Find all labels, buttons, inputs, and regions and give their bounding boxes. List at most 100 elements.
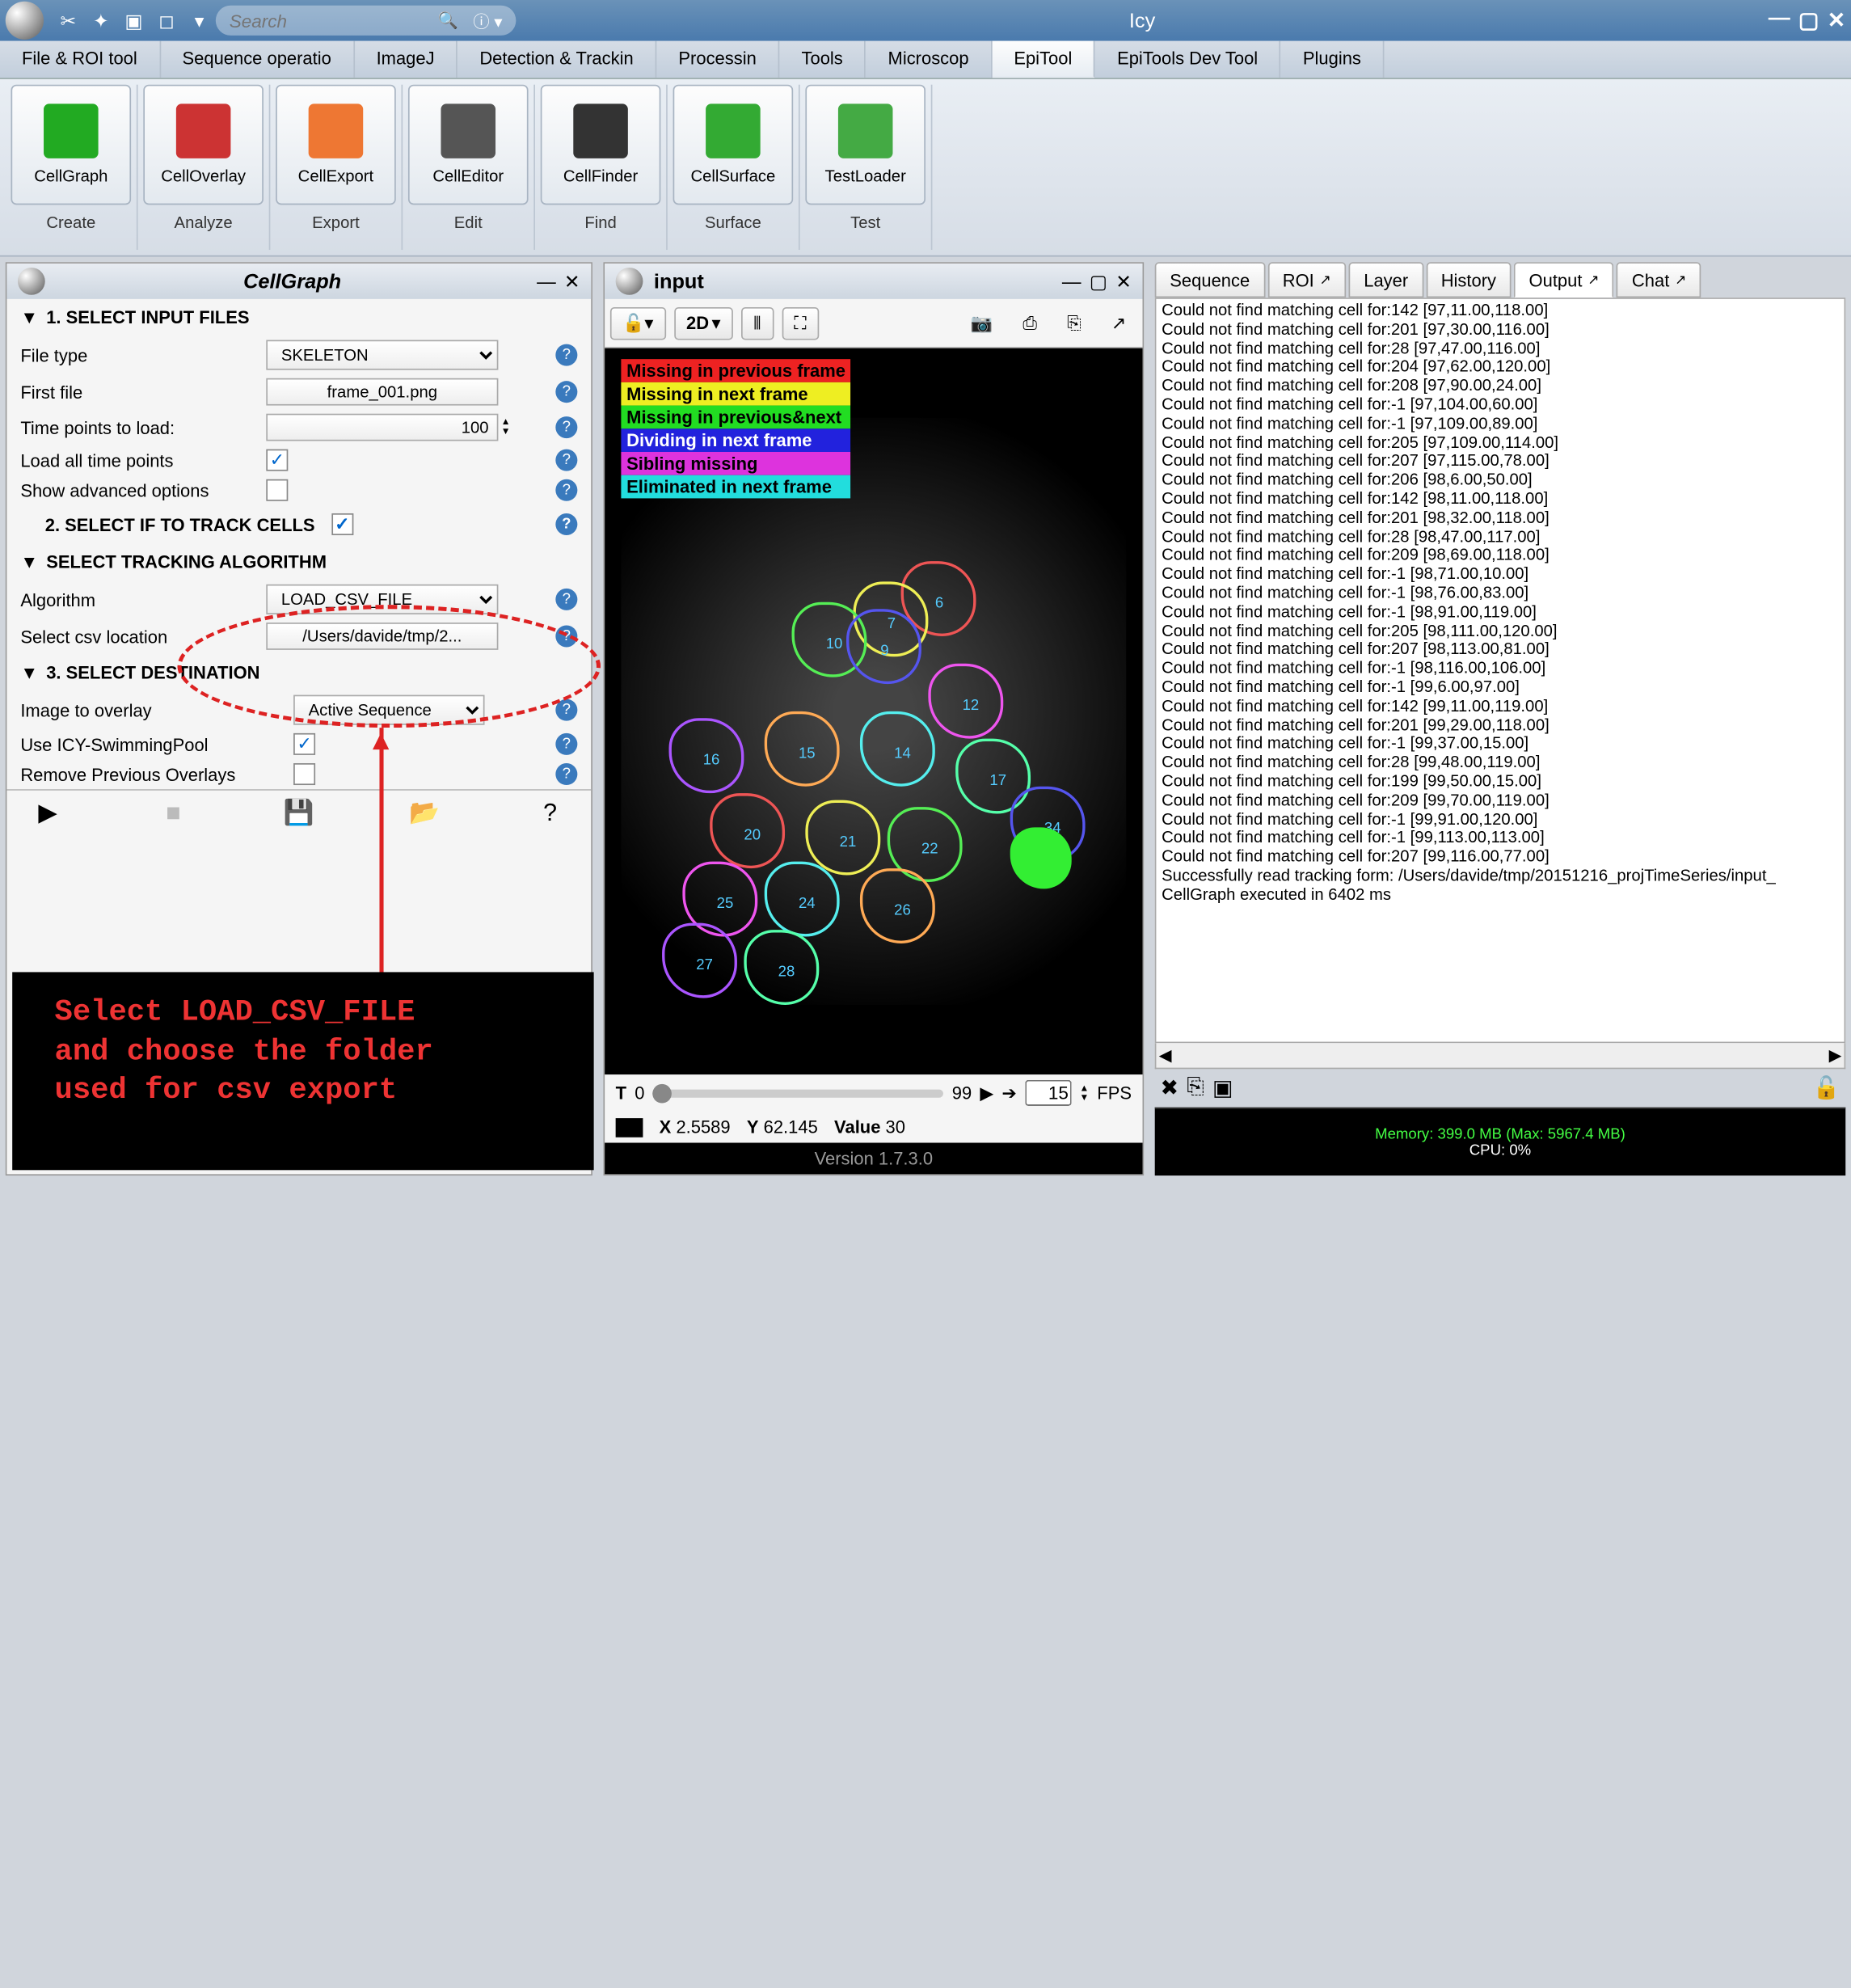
ribbon-tab[interactable]: Microscop <box>866 41 993 78</box>
ribbon-tab[interactable]: Detection & Trackin <box>457 41 656 78</box>
lock-button[interactable]: 🔓▾ <box>610 306 666 340</box>
save-button[interactable]: 💾 <box>279 796 320 829</box>
minimize-icon[interactable]: — <box>1769 6 1790 34</box>
section-2[interactable]: 2. SELECT IF TO TRACK CELLS ✓ ? <box>6 505 591 543</box>
search-box[interactable]: 🔍 ⓘ ▾ <box>216 6 517 36</box>
adv-checkbox[interactable] <box>266 479 288 501</box>
remove-label: Remove Previous Overlays <box>20 764 293 784</box>
export-log-icon[interactable]: ▣ <box>1212 1074 1233 1102</box>
dropdown-icon[interactable]: ▾ <box>187 8 211 32</box>
delete-icon[interactable]: ✖ <box>1160 1074 1178 1102</box>
cut-icon[interactable]: ✂ <box>56 8 80 32</box>
time-max: 99 <box>952 1083 972 1103</box>
layers-button[interactable]: ⦀ <box>741 306 774 340</box>
ribbon-button[interactable]: CellSurface <box>673 85 794 205</box>
cell-outline <box>765 862 840 937</box>
loadall-checkbox[interactable]: ✓ <box>266 450 288 471</box>
algorithm-select[interactable]: LOAD_CSV_FILE <box>266 585 498 614</box>
play-button[interactable]: ▶ <box>27 796 69 829</box>
open-button[interactable]: 📂 <box>404 796 445 829</box>
record-icon[interactable]: ⎙ <box>1012 308 1048 338</box>
scroll-left-icon[interactable]: ◀ <box>1159 1046 1172 1066</box>
copy-log-icon[interactable]: ⎘ <box>1187 1076 1204 1100</box>
maximize-icon[interactable]: ▢ <box>1798 6 1819 34</box>
info-icon[interactable]: ⓘ ▾ <box>473 9 502 32</box>
section-3[interactable]: ▼3. SELECT DESTINATION <box>6 654 591 691</box>
puzzle-icon[interactable]: ✦ <box>89 8 113 32</box>
ribbon-button[interactable]: CellGraph <box>11 85 132 205</box>
stop-button[interactable]: ■ <box>153 796 194 829</box>
ribbon-tab[interactable]: Tools <box>780 41 866 78</box>
search-input[interactable] <box>230 11 434 31</box>
time-points-input[interactable] <box>266 414 498 441</box>
close-icon[interactable]: ✕ <box>1828 6 1846 34</box>
fps-input[interactable] <box>1025 1080 1071 1106</box>
right-tab[interactable]: Sequence <box>1155 262 1265 298</box>
scroll-right-icon[interactable]: ▶ <box>1829 1046 1842 1066</box>
help-icon[interactable]: ? <box>555 450 577 471</box>
help-icon[interactable]: ? <box>555 479 577 501</box>
lock-output-icon[interactable]: 🔓 <box>1813 1074 1840 1102</box>
remove-checkbox[interactable] <box>293 763 315 785</box>
right-tab[interactable]: Chat ↗ <box>1617 262 1701 298</box>
track-checkbox[interactable]: ✓ <box>331 513 353 535</box>
ribbon-button[interactable]: CellFinder <box>541 85 661 205</box>
layout-icon[interactable]: ▣ <box>121 8 145 32</box>
image-canvas[interactable]: 671091214151617202122342524262728 Missin… <box>605 348 1142 1074</box>
ribbon-tab[interactable]: Plugins <box>1281 41 1385 78</box>
popout-icon[interactable]: ↗ <box>1675 272 1686 288</box>
popout-icon[interactable]: ↗ <box>1587 272 1599 288</box>
next-icon[interactable]: ➔ <box>1001 1082 1016 1104</box>
panel-minimize-icon[interactable]: — <box>537 270 556 292</box>
right-tab[interactable]: Layer <box>1349 262 1423 298</box>
popout-icon[interactable]: ↗ <box>1320 272 1331 288</box>
help-icon[interactable]: ? <box>555 625 577 647</box>
overlay-label: Dividing in next frame <box>621 428 850 452</box>
search-icon[interactable]: 🔍 <box>438 11 458 31</box>
fit-button[interactable]: ⛶ <box>782 306 819 340</box>
mode-button[interactable]: 2D ▾ <box>674 306 733 340</box>
section-1[interactable]: ▼1. SELECT INPUT FILES <box>6 299 591 336</box>
ribbon-tab[interactable]: Processin <box>656 41 779 78</box>
ribbon-button[interactable]: TestLoader <box>805 85 926 205</box>
help-icon[interactable]: ? <box>555 416 577 438</box>
panel-close-icon[interactable]: ✕ <box>564 270 580 293</box>
help-icon[interactable]: ? <box>555 763 577 785</box>
ribbon-tab[interactable]: Sequence operatio <box>160 41 354 78</box>
help-icon[interactable]: ? <box>555 699 577 721</box>
viewer-minimize-icon[interactable]: — <box>1062 270 1082 292</box>
ribbon-button[interactable]: CellEditor <box>408 85 529 205</box>
help-icon[interactable]: ? <box>555 589 577 610</box>
copy-icon[interactable]: ⎘ <box>1056 308 1093 338</box>
file-type-select[interactable]: SKELETON <box>266 340 498 370</box>
right-tab[interactable]: ROI ↗ <box>1267 262 1346 298</box>
viewer-close-icon[interactable]: ✕ <box>1115 270 1132 293</box>
csv-path-button[interactable]: /Users/davide/tmp/2... <box>266 623 498 650</box>
ribbon-tab[interactable]: EpiTool <box>992 41 1095 78</box>
ribbon-tab[interactable]: File & ROI tool <box>0 41 160 78</box>
ribbon-tab[interactable]: ImageJ <box>355 41 458 78</box>
ribbon-tab[interactable]: EpiTools Dev Tool <box>1095 41 1281 78</box>
right-tab[interactable]: History <box>1426 262 1511 298</box>
first-file-button[interactable]: frame_001.png <box>266 378 498 406</box>
help-icon[interactable]: ? <box>555 344 577 366</box>
right-tab[interactable]: Output ↗ <box>1514 262 1614 298</box>
help-icon[interactable]: ? <box>555 381 577 403</box>
overlay-select[interactable]: Active Sequence <box>293 695 484 725</box>
cell-outline <box>860 868 935 943</box>
ribbon-button[interactable]: CellExport <box>276 85 396 205</box>
swim-checkbox[interactable]: ✓ <box>293 733 315 755</box>
popout-icon[interactable]: ↗ <box>1100 308 1136 338</box>
help-icon[interactable]: ? <box>555 733 577 755</box>
ribbon-button[interactable]: CellOverlay <box>143 85 264 205</box>
time-slider[interactable] <box>653 1089 944 1097</box>
section-2b[interactable]: ▼SELECT TRACKING ALGORITHM <box>6 543 591 580</box>
window-icon[interactable]: ◻ <box>154 8 179 32</box>
output-log[interactable]: Could not find matching cell for:142 [97… <box>1155 298 1846 1043</box>
viewer-maximize-icon[interactable]: ▢ <box>1090 270 1107 293</box>
play-icon[interactable]: ▶ <box>980 1082 993 1104</box>
viewer-title: input <box>654 270 1054 293</box>
help-button[interactable]: ? <box>529 796 571 829</box>
camera-icon[interactable]: 📷 <box>959 308 1003 338</box>
help-icon[interactable]: ? <box>555 513 577 535</box>
